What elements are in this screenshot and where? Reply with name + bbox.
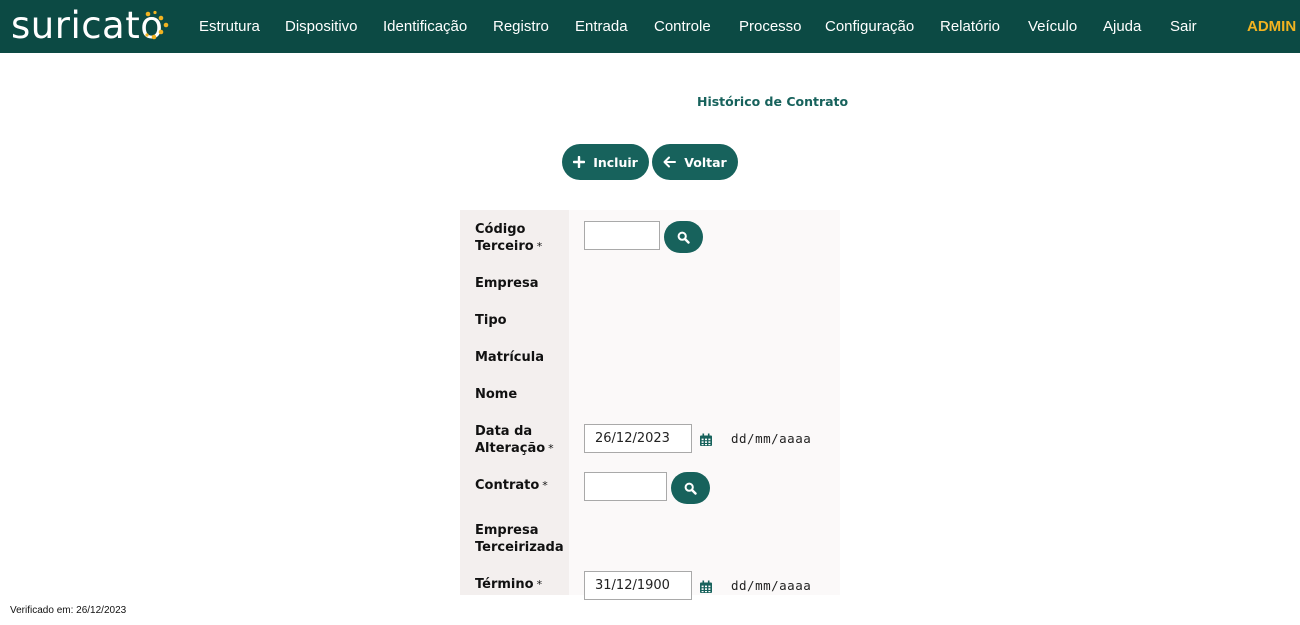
contract-history-form: Código Terceiro * Empresa Tipo Matrícula … xyxy=(460,210,840,600)
tipo-label: Tipo xyxy=(475,313,507,328)
data-alteracao-format-hint: dd/mm/aaaa xyxy=(731,431,812,446)
termino-format-hint: dd/mm/aaaa xyxy=(731,578,812,593)
search-contrato-button[interactable] xyxy=(671,472,710,504)
matricula-label: Matrícula xyxy=(475,350,544,365)
codigo-terceiro-input[interactable] xyxy=(584,221,660,250)
termino-input[interactable] xyxy=(584,571,692,600)
nome-label: Nome xyxy=(475,387,518,402)
empresa-terceirizada-label: Empresa Terceirizada xyxy=(475,523,564,555)
codigo-terceiro-label: Código Terceiro * xyxy=(475,222,543,254)
page-title: Histórico de Contrato xyxy=(697,94,849,109)
contrato-label: Contrato * xyxy=(475,478,548,493)
data-alteracao-label: Data da Alteração * xyxy=(475,424,554,456)
arrow-left-icon xyxy=(663,156,677,168)
empresa-label: Empresa xyxy=(475,276,539,291)
menu-dispositivo[interactable]: Dispositivo xyxy=(285,17,358,37)
magnifier-icon xyxy=(677,231,690,244)
menu-sair[interactable]: Sair xyxy=(1170,17,1197,37)
menu-veiculo[interactable]: Veículo xyxy=(1028,17,1077,37)
menu-controle[interactable]: Controle xyxy=(654,17,711,37)
back-button[interactable]: Voltar xyxy=(652,144,738,180)
menu-processo[interactable]: Processo xyxy=(739,17,802,37)
logo[interactable]: suricato xyxy=(11,4,169,48)
data-alteracao-input[interactable] xyxy=(584,424,692,453)
calendar-icon[interactable] xyxy=(699,433,713,447)
add-button-label: Incluir xyxy=(593,154,638,170)
top-navbar: suricato Estrutura Dispositivo Identific… xyxy=(0,0,1300,53)
plus-icon xyxy=(573,156,586,168)
contrato-input[interactable] xyxy=(584,472,667,501)
menu-registro[interactable]: Registro xyxy=(493,17,549,37)
menu-identificacao[interactable]: Identificação xyxy=(383,17,467,37)
menu-relatorio[interactable]: Relatório xyxy=(940,17,1000,37)
search-terceiro-button[interactable] xyxy=(664,221,703,253)
menu-estrutura[interactable]: Estrutura xyxy=(199,17,260,37)
add-button[interactable]: Incluir xyxy=(562,144,649,180)
user-name[interactable]: ADMIN xyxy=(1247,17,1296,37)
logo-dots-icon xyxy=(145,10,169,40)
menu-entrada[interactable]: Entrada xyxy=(575,17,628,37)
verified-date: Verificado em: 26/12/2023 xyxy=(10,605,127,616)
termino-label: Término * xyxy=(475,577,543,592)
calendar-icon[interactable] xyxy=(699,580,713,594)
menu-configuracao[interactable]: Configuração xyxy=(825,17,914,37)
magnifier-icon xyxy=(684,482,697,495)
back-button-label: Voltar xyxy=(684,154,727,170)
logo-text: suricato xyxy=(11,4,164,47)
menu-ajuda[interactable]: Ajuda xyxy=(1103,17,1141,37)
